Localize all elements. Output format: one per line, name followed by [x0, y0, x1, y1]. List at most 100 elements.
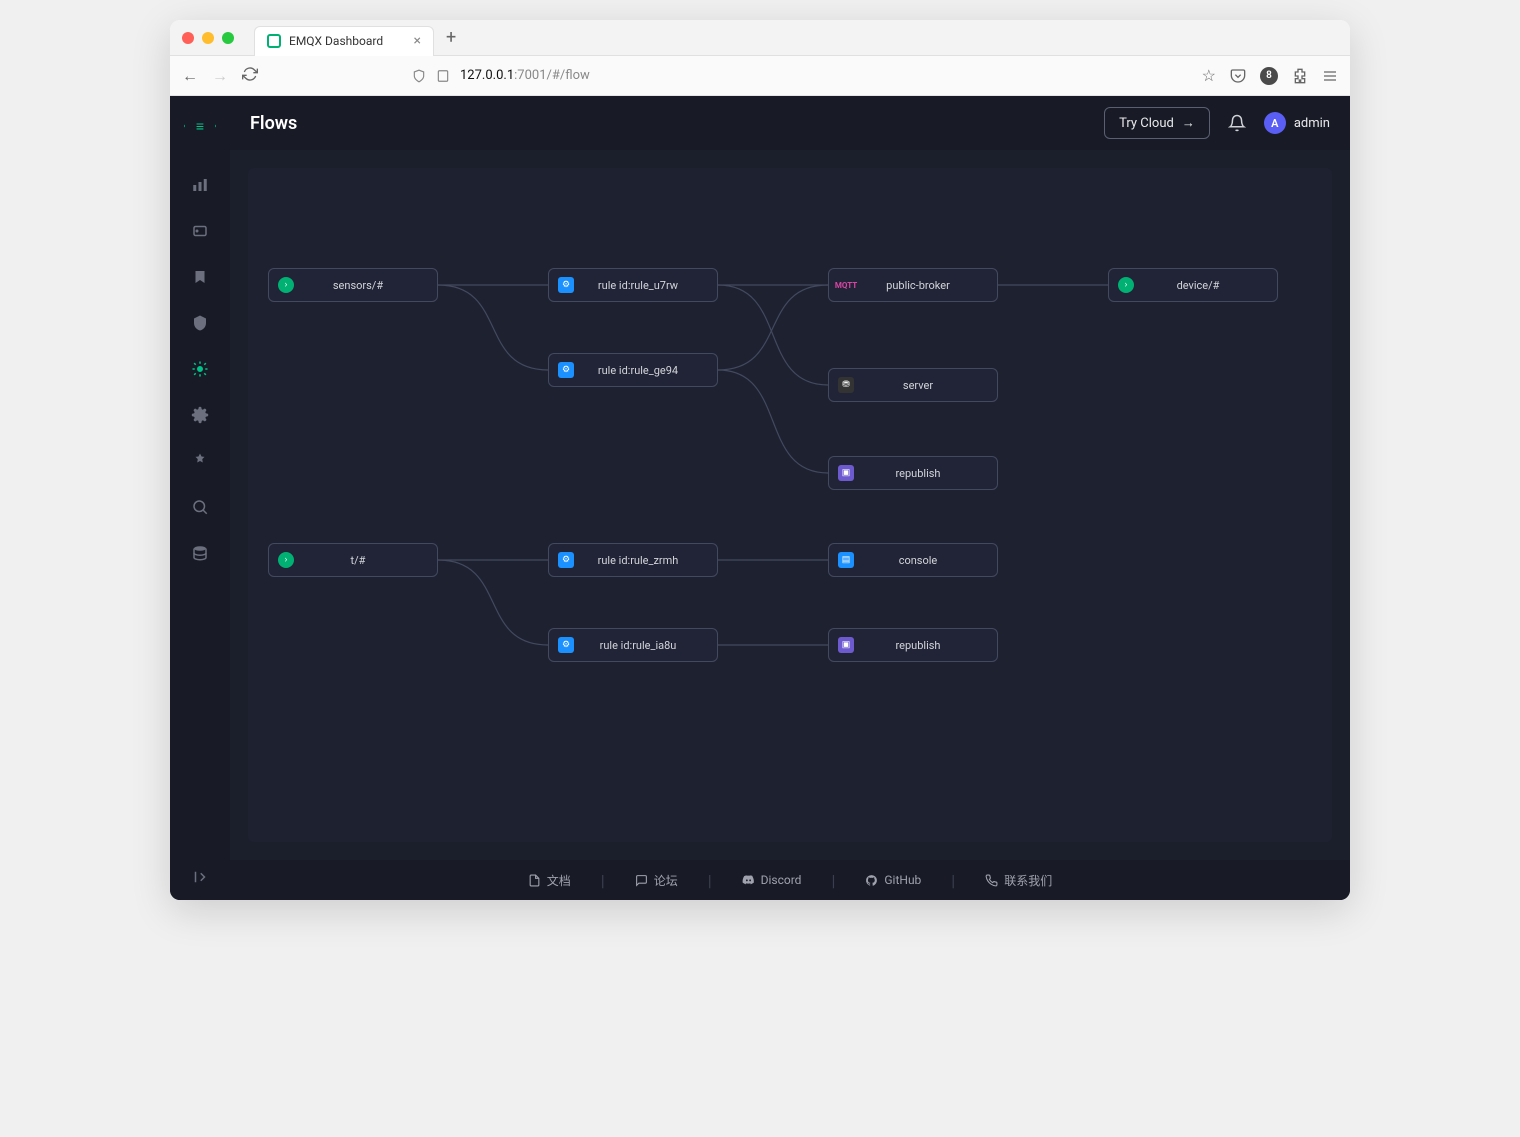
try-cloud-button[interactable]: Try Cloud →: [1104, 107, 1210, 139]
sidebar: ≡: [170, 96, 230, 900]
node-label: server: [863, 379, 997, 392]
rule-icon: ⚙: [558, 637, 574, 653]
footer-link-contact[interactable]: 联系我们: [985, 872, 1052, 889]
footer-separator: |: [831, 871, 835, 890]
mqtt-icon: MQTT: [838, 277, 854, 293]
sidebar-item-connections[interactable]: [191, 222, 209, 240]
new-tab-button[interactable]: +: [446, 27, 456, 48]
app-logo[interactable]: ≡: [184, 112, 216, 140]
browser-toolbar: ← → 127.0.0.1:7001/#/flow ☆ 8: [170, 56, 1350, 96]
footer-separator: |: [601, 871, 605, 890]
node-label: t/#: [303, 554, 437, 567]
github-icon: [865, 874, 878, 887]
bell-icon[interactable]: [1228, 114, 1246, 132]
forward-button[interactable]: →: [212, 66, 228, 86]
window-minimize[interactable]: [202, 32, 214, 44]
rule-icon: ⚙: [558, 277, 574, 293]
sidebar-item-subscriptions[interactable]: [191, 268, 209, 286]
node-label: public-broker: [863, 279, 997, 292]
footer-link-discord[interactable]: Discord: [742, 873, 802, 887]
node-republish-2[interactable]: ▣ republish: [828, 628, 998, 662]
hamburger-icon[interactable]: [1322, 68, 1338, 84]
url-bar[interactable]: 127.0.0.1:7001/#/flow: [272, 68, 1188, 83]
footer-label: 文档: [547, 872, 571, 889]
avatar: A: [1264, 112, 1286, 134]
user-menu[interactable]: A admin: [1264, 112, 1330, 134]
footer-label: 联系我们: [1004, 872, 1052, 889]
republish-icon: ▣: [838, 637, 854, 653]
node-label: device/#: [1143, 279, 1277, 292]
node-label: sensors/#: [303, 279, 437, 292]
node-label: rule id:rule_zrmh: [583, 554, 717, 567]
footer-label: Discord: [761, 873, 802, 887]
node-rule-ia8u[interactable]: ⚙ rule id:rule_ia8u: [548, 628, 718, 662]
node-label: republish: [863, 639, 997, 652]
sidebar-item-dashboard[interactable]: [191, 176, 209, 194]
browser-tab[interactable]: EMQX Dashboard ×: [254, 26, 434, 56]
window-titlebar: EMQX Dashboard × +: [170, 20, 1350, 56]
footer-link-github[interactable]: GitHub: [865, 873, 921, 887]
node-label: republish: [863, 467, 997, 480]
footer-separator: |: [708, 871, 712, 890]
discord-icon: [742, 874, 755, 887]
account-badge[interactable]: 8: [1260, 67, 1278, 85]
sidebar-item-extensions[interactable]: [191, 452, 209, 470]
user-name: admin: [1294, 116, 1330, 131]
favicon-icon: [267, 34, 281, 48]
page-title: Flows: [250, 113, 297, 134]
republish-icon: ▣: [838, 465, 854, 481]
back-button[interactable]: ←: [182, 66, 198, 86]
node-republish-1[interactable]: ▣ republish: [828, 456, 998, 490]
extensions-icon[interactable]: [1292, 68, 1308, 84]
sidebar-collapse-button[interactable]: [191, 868, 209, 886]
page-icon: [436, 69, 450, 83]
flow-canvas[interactable]: › sensors/# › t/# ⚙ rule id:rule_u7rw ⚙: [248, 168, 1332, 842]
node-device[interactable]: › device/#: [1108, 268, 1278, 302]
pocket-icon[interactable]: [1230, 68, 1246, 84]
node-rule-u7rw[interactable]: ⚙ rule id:rule_u7rw: [548, 268, 718, 302]
node-server[interactable]: ⛃ server: [828, 368, 998, 402]
topic-icon: ›: [1118, 277, 1134, 293]
tab-title: EMQX Dashboard: [289, 34, 383, 48]
sidebar-item-system[interactable]: [191, 544, 209, 562]
node-rule-ge94[interactable]: ⚙ rule id:rule_ge94: [548, 353, 718, 387]
tab-close-icon[interactable]: ×: [414, 33, 421, 49]
http-icon: ⛃: [838, 377, 854, 393]
window-maximize[interactable]: [222, 32, 234, 44]
rule-icon: ⚙: [558, 362, 574, 378]
node-label: rule id:rule_u7rw: [583, 279, 717, 292]
arrow-right-icon: →: [1182, 115, 1195, 131]
node-rule-zrmh[interactable]: ⚙ rule id:rule_zrmh: [548, 543, 718, 577]
star-icon[interactable]: ☆: [1202, 66, 1216, 85]
console-icon: ▤: [838, 552, 854, 568]
sidebar-item-security[interactable]: [191, 314, 209, 332]
node-label: rule id:rule_ge94: [583, 364, 717, 377]
url-text: 127.0.0.1:7001/#/flow: [460, 68, 590, 83]
footer-label: GitHub: [884, 873, 921, 887]
shield-icon: [412, 69, 426, 83]
doc-icon: [528, 874, 541, 887]
node-sensors[interactable]: › sensors/#: [268, 268, 438, 302]
node-t[interactable]: › t/#: [268, 543, 438, 577]
phone-icon: [985, 874, 998, 887]
node-console[interactable]: ▤ console: [828, 543, 998, 577]
sidebar-item-settings[interactable]: [191, 406, 209, 424]
app-footer: 文档 | 论坛 | Discord | GitHub |: [230, 860, 1350, 900]
flow-canvas-wrapper: › sensors/# › t/# ⚙ rule id:rule_u7rw ⚙: [230, 150, 1350, 860]
sidebar-item-diagnostics[interactable]: [191, 498, 209, 516]
node-label: rule id:rule_ia8u: [583, 639, 717, 652]
try-cloud-label: Try Cloud: [1119, 116, 1174, 131]
footer-link-forum[interactable]: 论坛: [635, 872, 678, 889]
topic-icon: ›: [278, 277, 294, 293]
node-label: console: [863, 554, 997, 567]
footer-link-docs[interactable]: 文档: [528, 872, 571, 889]
window-close[interactable]: [182, 32, 194, 44]
footer-label: 论坛: [654, 872, 678, 889]
app-header: Flows Try Cloud → A admin: [230, 96, 1350, 150]
reload-button[interactable]: [242, 66, 258, 86]
node-public-broker[interactable]: MQTT public-broker: [828, 268, 998, 302]
footer-separator: |: [951, 871, 955, 890]
traffic-lights: [182, 32, 234, 44]
sidebar-item-flows[interactable]: [191, 360, 209, 378]
rule-icon: ⚙: [558, 552, 574, 568]
